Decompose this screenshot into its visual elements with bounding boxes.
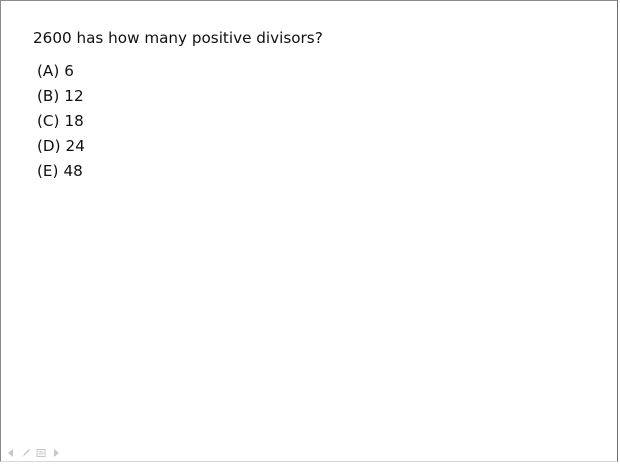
option-value: 6 [64,62,74,80]
option-letter: (D) [37,137,61,155]
option-value: 12 [64,87,84,105]
option-d: (D) 24 [37,136,85,161]
option-letter: (B) [37,87,60,105]
pen-icon[interactable] [21,448,31,458]
forward-arrow-icon[interactable] [51,448,61,458]
option-value: 24 [65,137,85,155]
slide-canvas: 2600 has how many positive divisors? (A)… [0,0,618,462]
option-a: (A) 6 [37,61,85,86]
option-b: (B) 12 [37,86,85,111]
question-text: 2600 has how many positive divisors? [33,29,323,47]
option-c: (C) 18 [37,111,85,136]
option-letter: (A) [37,62,60,80]
slideshow-toolbar [6,448,61,458]
slide-menu-icon[interactable] [36,448,46,458]
back-arrow-icon[interactable] [6,448,16,458]
option-letter: (E) [37,162,59,180]
option-e: (E) 48 [37,161,85,186]
option-letter: (C) [37,112,60,130]
option-value: 18 [64,112,84,130]
option-value: 48 [63,162,83,180]
answer-options-list: (A) 6 (B) 12 (C) 18 (D) 24 (E) 48 [37,61,85,186]
